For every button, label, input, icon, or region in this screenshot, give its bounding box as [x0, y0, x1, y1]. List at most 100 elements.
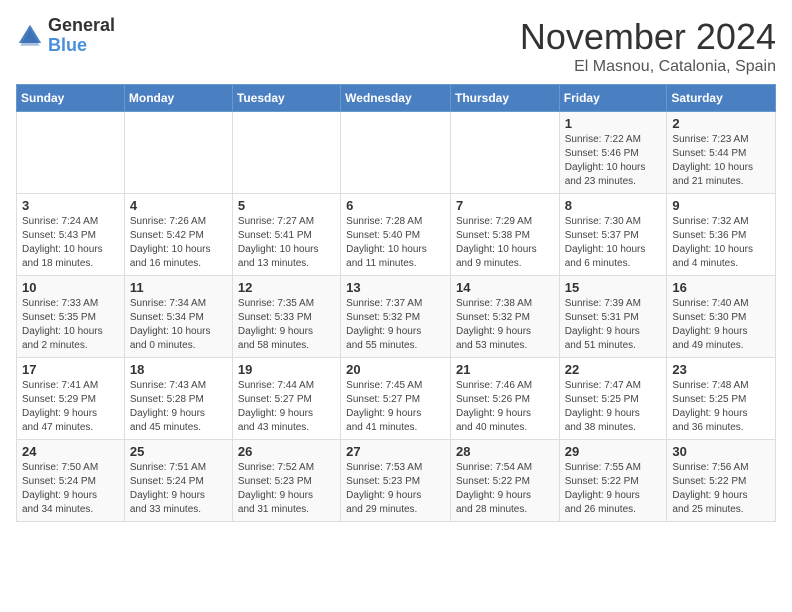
- day-number: 11: [130, 280, 227, 295]
- calendar-cell: 16Sunrise: 7:40 AM Sunset: 5:30 PM Dayli…: [667, 276, 776, 358]
- day-detail: Sunrise: 7:27 AM Sunset: 5:41 PM Dayligh…: [238, 215, 335, 271]
- header-tuesday: Tuesday: [232, 85, 340, 112]
- header-wednesday: Wednesday: [341, 85, 451, 112]
- calendar-cell: [232, 112, 340, 194]
- day-detail: Sunrise: 7:55 AM Sunset: 5:22 PM Dayligh…: [565, 461, 662, 517]
- day-detail: Sunrise: 7:22 AM Sunset: 5:46 PM Dayligh…: [565, 133, 662, 189]
- day-detail: Sunrise: 7:32 AM Sunset: 5:36 PM Dayligh…: [672, 215, 770, 271]
- day-detail: Sunrise: 7:34 AM Sunset: 5:34 PM Dayligh…: [130, 297, 227, 353]
- day-number: 19: [238, 362, 335, 377]
- calendar-header-row: SundayMondayTuesdayWednesdayThursdayFrid…: [17, 85, 776, 112]
- calendar-cell: [450, 112, 559, 194]
- calendar-cell: 21 Sunrise: 7:46 AM Sunset: 5:26 PM Dayli…: [450, 358, 559, 440]
- day-detail: Sunrise: 7:28 AM Sunset: 5:40 PM Dayligh…: [346, 215, 445, 271]
- day-detail: Sunrise: 7:24 AM Sunset: 5:43 PM Dayligh…: [22, 215, 119, 271]
- day-number: 28: [456, 444, 554, 459]
- day-number: 26: [238, 444, 335, 459]
- logo-line2: Blue: [48, 36, 115, 56]
- calendar-cell: 5 Sunrise: 7:27 AM Sunset: 5:41 PM Daylig…: [232, 194, 340, 276]
- calendar-cell: [17, 112, 125, 194]
- day-detail: Sunrise: 7:33 AM Sunset: 5:35 PM Dayligh…: [22, 297, 119, 353]
- calendar-cell: 13Sunrise: 7:37 AM Sunset: 5:32 PM Dayli…: [341, 276, 451, 358]
- day-detail: Sunrise: 7:29 AM Sunset: 5:38 PM Dayligh…: [456, 215, 554, 271]
- day-number: 7: [456, 198, 554, 213]
- calendar-cell: [341, 112, 451, 194]
- day-number: 27: [346, 444, 445, 459]
- day-detail: Sunrise: 7:54 AM Sunset: 5:22 PM Dayligh…: [456, 461, 554, 517]
- calendar-cell: 6Sunrise: 7:28 AM Sunset: 5:40 PM Daylig…: [341, 194, 451, 276]
- calendar-cell: 10 Sunrise: 7:33 AM Sunset: 5:35 PM Dayli…: [17, 276, 125, 358]
- day-number: 3: [22, 198, 119, 213]
- location: El Masnou, Catalonia, Spain: [520, 58, 776, 76]
- day-number: 16: [672, 280, 770, 295]
- day-detail: Sunrise: 7:30 AM Sunset: 5:37 PM Dayligh…: [565, 215, 662, 271]
- calendar-cell: 28 Sunrise: 7:54 AM Sunset: 5:22 PM Dayli…: [450, 440, 559, 522]
- header-friday: Friday: [559, 85, 667, 112]
- calendar-cell: 20 Sunrise: 7:45 AM Sunset: 5:27 PM Dayli…: [341, 358, 451, 440]
- day-detail: Sunrise: 7:56 AM Sunset: 5:22 PM Dayligh…: [672, 461, 770, 517]
- calendar-cell: 17 Sunrise: 7:41 AM Sunset: 5:29 PM Dayli…: [17, 358, 125, 440]
- header-saturday: Saturday: [667, 85, 776, 112]
- day-number: 17: [22, 362, 119, 377]
- day-number: 23: [672, 362, 770, 377]
- calendar-cell: 2Sunrise: 7:23 AM Sunset: 5:44 PM Daylig…: [667, 112, 776, 194]
- day-detail: Sunrise: 7:41 AM Sunset: 5:29 PM Dayligh…: [22, 379, 119, 435]
- day-number: 5: [238, 198, 335, 213]
- day-number: 9: [672, 198, 770, 213]
- day-detail: Sunrise: 7:23 AM Sunset: 5:44 PM Dayligh…: [672, 133, 770, 189]
- day-detail: Sunrise: 7:26 AM Sunset: 5:42 PM Dayligh…: [130, 215, 227, 271]
- day-detail: Sunrise: 7:47 AM Sunset: 5:25 PM Dayligh…: [565, 379, 662, 435]
- calendar-week-3: 10 Sunrise: 7:33 AM Sunset: 5:35 PM Dayli…: [17, 276, 776, 358]
- logo: General Blue: [16, 16, 115, 56]
- day-number: 1: [565, 116, 662, 131]
- calendar-cell: 19 Sunrise: 7:44 AM Sunset: 5:27 PM Dayli…: [232, 358, 340, 440]
- month-title: November 2024: [520, 16, 776, 58]
- calendar-week-2: 3 Sunrise: 7:24 AM Sunset: 5:43 PM Daylig…: [17, 194, 776, 276]
- day-number: 21: [456, 362, 554, 377]
- day-number: 22: [565, 362, 662, 377]
- calendar-cell: 23 Sunrise: 7:48 AM Sunset: 5:25 PM Dayli…: [667, 358, 776, 440]
- day-detail: Sunrise: 7:43 AM Sunset: 5:28 PM Dayligh…: [130, 379, 227, 435]
- day-detail: Sunrise: 7:38 AM Sunset: 5:32 PM Dayligh…: [456, 297, 554, 353]
- header-monday: Monday: [124, 85, 232, 112]
- calendar-cell: 27 Sunrise: 7:53 AM Sunset: 5:23 PM Dayli…: [341, 440, 451, 522]
- day-detail: Sunrise: 7:46 AM Sunset: 5:26 PM Dayligh…: [456, 379, 554, 435]
- day-number: 30: [672, 444, 770, 459]
- day-number: 29: [565, 444, 662, 459]
- day-detail: Sunrise: 7:48 AM Sunset: 5:25 PM Dayligh…: [672, 379, 770, 435]
- calendar-table: SundayMondayTuesdayWednesdayThursdayFrid…: [16, 84, 776, 522]
- day-detail: Sunrise: 7:52 AM Sunset: 5:23 PM Dayligh…: [238, 461, 335, 517]
- day-detail: Sunrise: 7:44 AM Sunset: 5:27 PM Dayligh…: [238, 379, 335, 435]
- day-number: 25: [130, 444, 227, 459]
- calendar-cell: 26 Sunrise: 7:52 AM Sunset: 5:23 PM Dayli…: [232, 440, 340, 522]
- day-number: 15: [565, 280, 662, 295]
- logo-text: General Blue: [48, 16, 115, 56]
- header-sunday: Sunday: [17, 85, 125, 112]
- calendar-cell: 14Sunrise: 7:38 AM Sunset: 5:32 PM Dayli…: [450, 276, 559, 358]
- calendar-week-1: 1 Sunrise: 7:22 AM Sunset: 5:46 PM Daylig…: [17, 112, 776, 194]
- calendar-cell: 8Sunrise: 7:30 AM Sunset: 5:37 PM Daylig…: [559, 194, 667, 276]
- calendar-cell: 9 Sunrise: 7:32 AM Sunset: 5:36 PM Daylig…: [667, 194, 776, 276]
- calendar-cell: 4Sunrise: 7:26 AM Sunset: 5:42 PM Daylig…: [124, 194, 232, 276]
- calendar-week-5: 24Sunrise: 7:50 AM Sunset: 5:24 PM Dayli…: [17, 440, 776, 522]
- day-number: 12: [238, 280, 335, 295]
- calendar-cell: 7 Sunrise: 7:29 AM Sunset: 5:38 PM Daylig…: [450, 194, 559, 276]
- logo-line1: General: [48, 16, 115, 36]
- calendar-cell: 3 Sunrise: 7:24 AM Sunset: 5:43 PM Daylig…: [17, 194, 125, 276]
- day-detail: Sunrise: 7:37 AM Sunset: 5:32 PM Dayligh…: [346, 297, 445, 353]
- day-number: 24: [22, 444, 119, 459]
- calendar-cell: 29 Sunrise: 7:55 AM Sunset: 5:22 PM Dayli…: [559, 440, 667, 522]
- day-detail: Sunrise: 7:35 AM Sunset: 5:33 PM Dayligh…: [238, 297, 335, 353]
- day-number: 10: [22, 280, 119, 295]
- calendar-week-4: 17 Sunrise: 7:41 AM Sunset: 5:29 PM Dayli…: [17, 358, 776, 440]
- day-detail: Sunrise: 7:45 AM Sunset: 5:27 PM Dayligh…: [346, 379, 445, 435]
- day-detail: Sunrise: 7:51 AM Sunset: 5:24 PM Dayligh…: [130, 461, 227, 517]
- calendar-cell: 1 Sunrise: 7:22 AM Sunset: 5:46 PM Daylig…: [559, 112, 667, 194]
- title-block: November 2024 El Masnou, Catalonia, Spai…: [520, 16, 776, 76]
- logo-icon: [16, 22, 44, 50]
- day-number: 20: [346, 362, 445, 377]
- calendar-cell: 24Sunrise: 7:50 AM Sunset: 5:24 PM Dayli…: [17, 440, 125, 522]
- day-detail: Sunrise: 7:53 AM Sunset: 5:23 PM Dayligh…: [346, 461, 445, 517]
- calendar-cell: 15Sunrise: 7:39 AM Sunset: 5:31 PM Dayli…: [559, 276, 667, 358]
- calendar-cell: 12 Sunrise: 7:35 AM Sunset: 5:33 PM Dayli…: [232, 276, 340, 358]
